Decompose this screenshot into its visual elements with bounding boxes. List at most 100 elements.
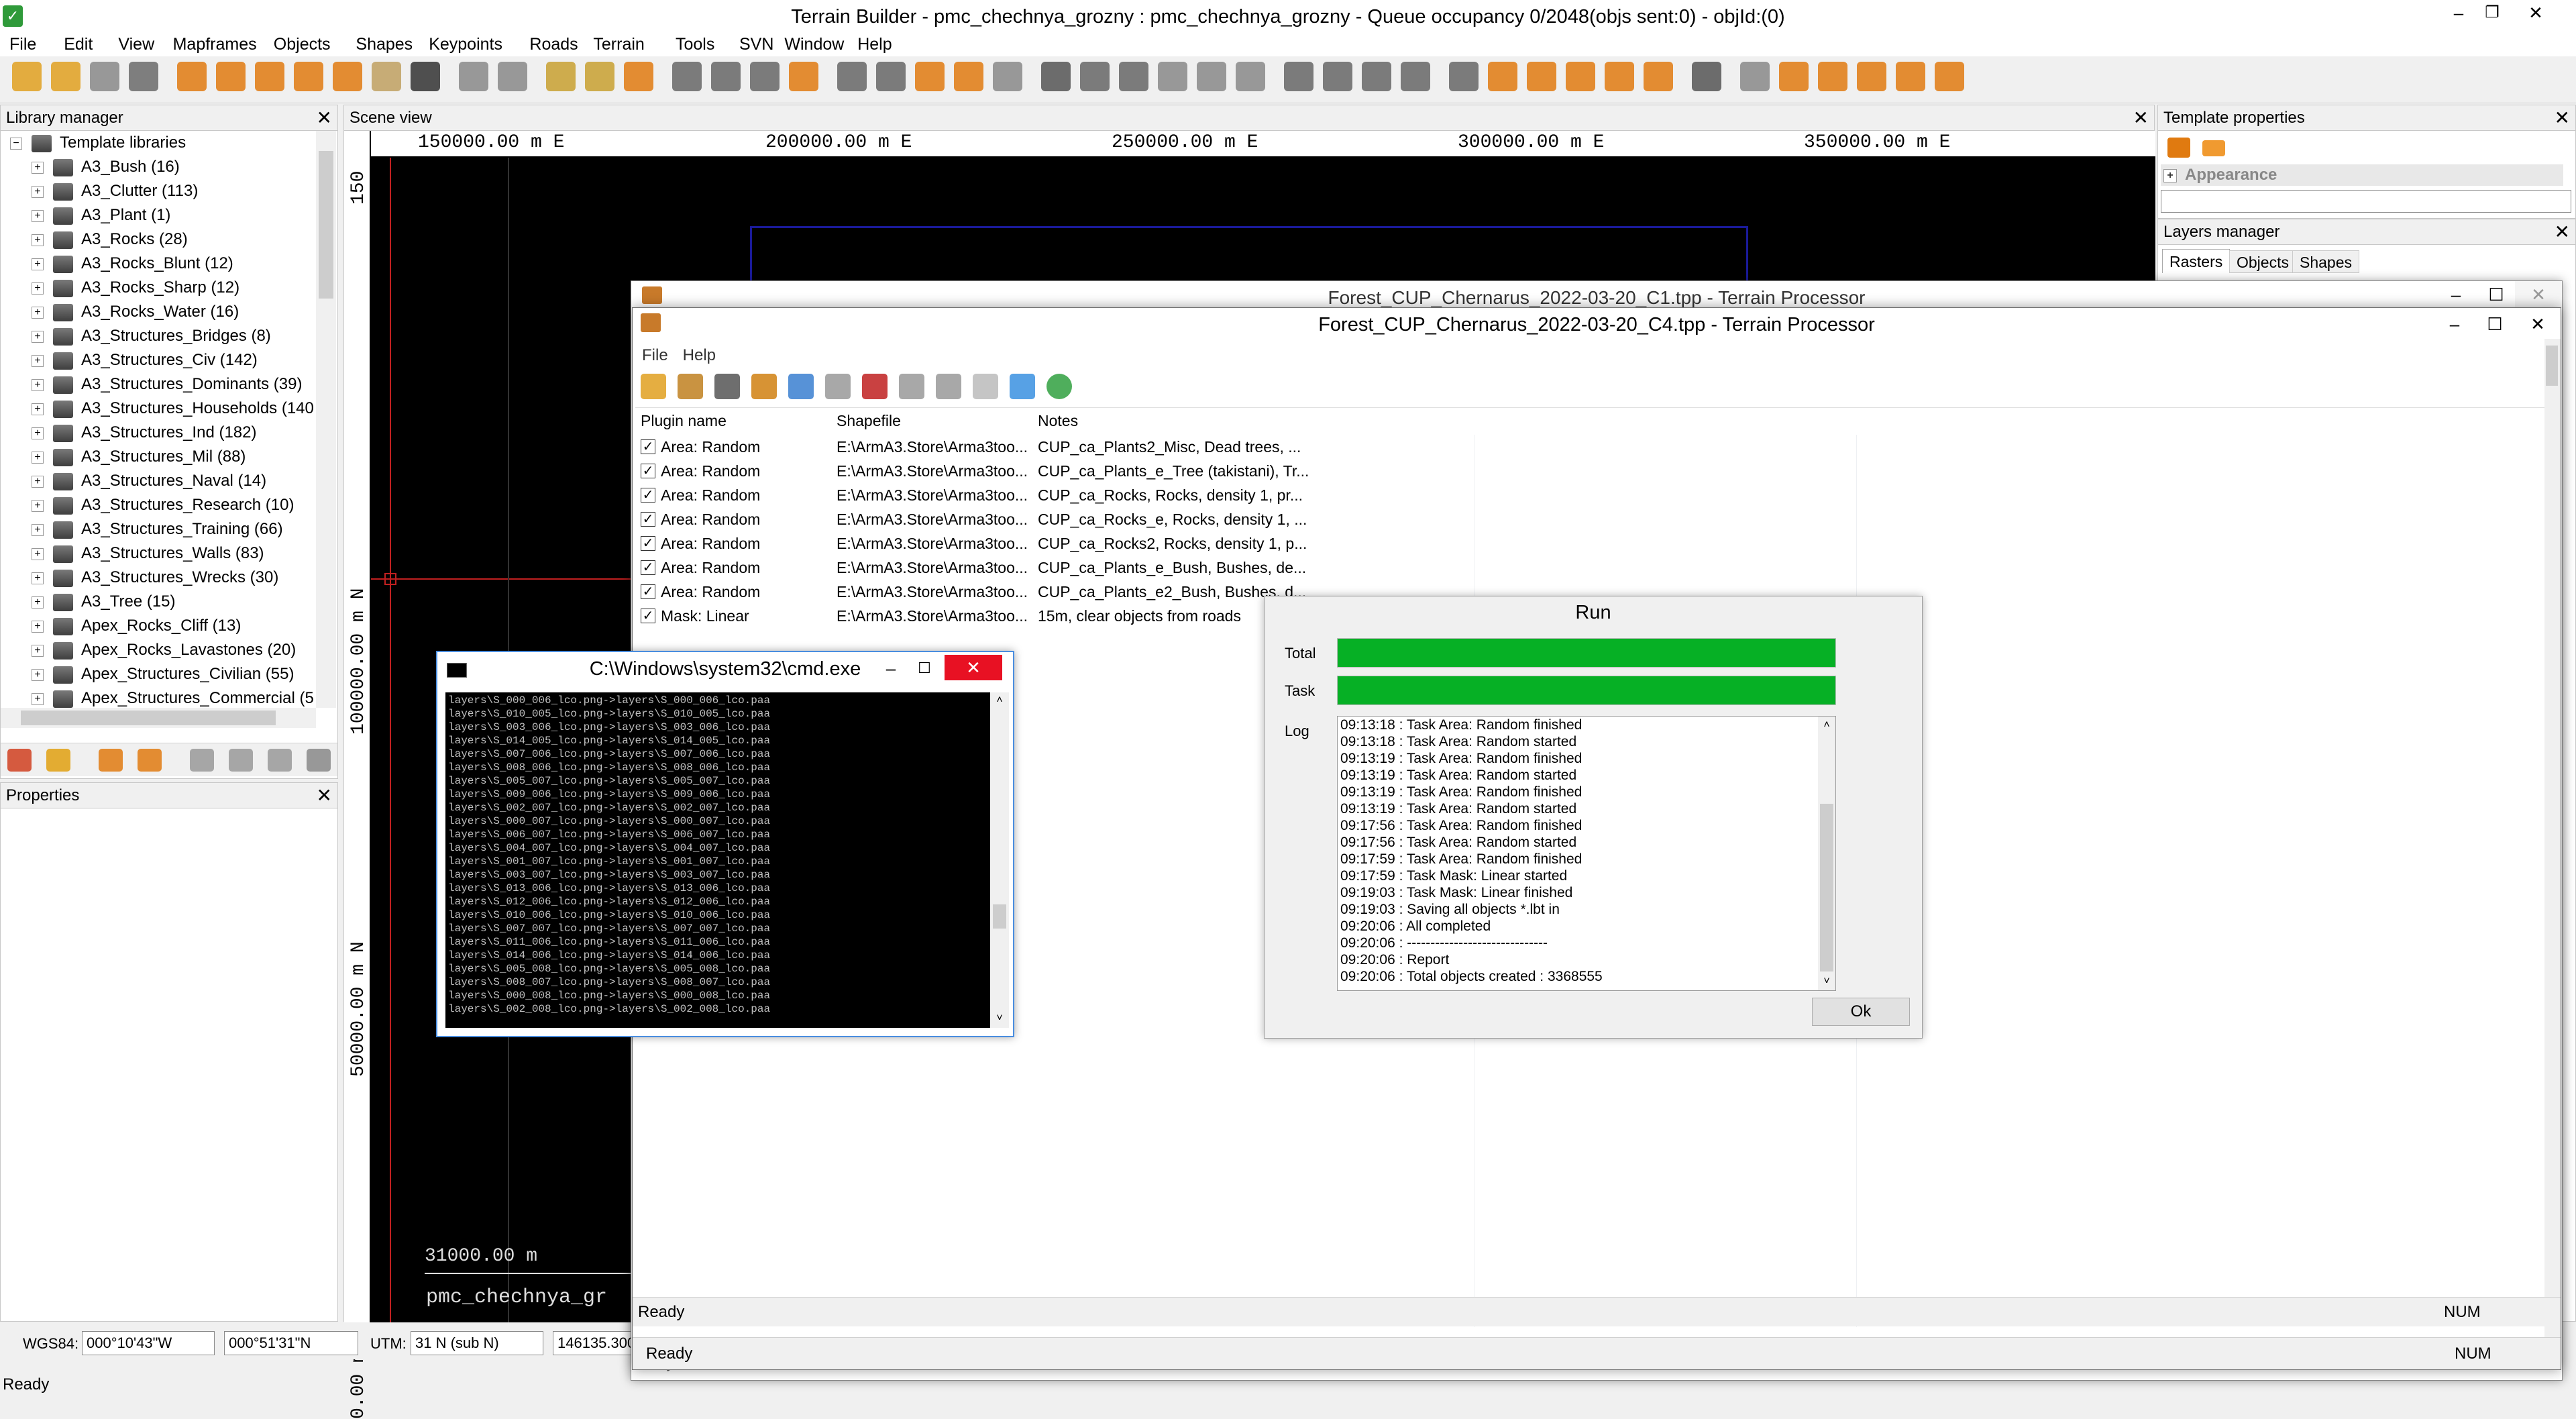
grid-fine-icon[interactable] [750, 62, 780, 91]
tree-item[interactable]: + Apex_Rocks_Lavastones (20) [32, 638, 296, 662]
expand-icon[interactable]: + [32, 233, 44, 246]
copy-icon[interactable] [1010, 374, 1035, 399]
expand-icon[interactable]: + [32, 692, 44, 705]
tree-item[interactable]: + A3_Rocks_Sharp (12) [32, 276, 239, 300]
tp-menu-file[interactable]: File [642, 346, 668, 364]
close-icon[interactable]: ✕ [317, 105, 332, 131]
image-icon[interactable] [1158, 62, 1187, 91]
column-header-notes[interactable]: Notes [1038, 412, 1078, 430]
expand-icon[interactable]: + [32, 427, 44, 439]
objects-add-icon[interactable] [216, 62, 246, 91]
plugin-enabled-checkbox[interactable]: ✓ [641, 464, 655, 478]
expand-icon[interactable]: + [32, 185, 44, 198]
undo-icon[interactable] [459, 62, 488, 91]
longitude-field[interactable]: 000°10'43"W [82, 1331, 215, 1355]
close-button[interactable]: ✕ [2516, 3, 2556, 23]
scroll-thumb[interactable] [2546, 346, 2558, 386]
tree-item[interactable]: + Apex_Rocks_Cliff (13) [32, 614, 241, 638]
column-header-shapefile[interactable]: Shapefile [837, 412, 901, 430]
tab-rasters[interactable]: Rasters [2162, 249, 2231, 273]
tree-item[interactable]: + Apex_Structures_Civilian (55) [32, 662, 294, 686]
add-library-icon[interactable] [99, 749, 123, 772]
tree-item[interactable]: + A3_Clutter (113) [32, 179, 198, 203]
tab-shapes[interactable]: Shapes [2292, 250, 2360, 273]
wrench-icon[interactable] [1644, 62, 1673, 91]
close-icon[interactable]: ✕ [2555, 219, 2570, 245]
delete-plugin-icon[interactable] [862, 374, 888, 399]
poly-add-icon[interactable] [1740, 62, 1770, 91]
list-icon[interactable] [1488, 62, 1517, 91]
stairs-icon[interactable] [1566, 62, 1595, 91]
scroll-thumb[interactable] [993, 904, 1006, 929]
scroll-thumb[interactable] [1820, 804, 1833, 971]
expand-icon[interactable]: + [32, 668, 44, 681]
poly-edit-icon[interactable] [1779, 62, 1809, 91]
expand-icon[interactable]: + [32, 354, 44, 367]
save-icon[interactable] [714, 374, 740, 399]
menu-objects[interactable]: Objects [274, 32, 331, 56]
expand-icon[interactable]: + [32, 620, 44, 633]
menu-shapes[interactable]: Shapes [356, 32, 413, 56]
tp-menu-help[interactable]: Help [683, 346, 716, 364]
mapframe-icon[interactable] [546, 62, 576, 91]
menu-view[interactable]: View [118, 32, 154, 56]
mapframe-u-icon[interactable] [585, 62, 614, 91]
expand-icon[interactable]: + [32, 547, 44, 560]
magnet-icon[interactable] [1692, 62, 1721, 91]
minimize-button[interactable]: – [2436, 281, 2476, 308]
scroll-thumb[interactable] [319, 151, 333, 299]
tree-item[interactable]: + A3_Bush (16) [32, 155, 180, 179]
plugin-row[interactable]: ✓ Area: Random E:\ArmA3.Store\Arma3too... C… [635, 580, 1306, 604]
expand-icon[interactable]: + [32, 378, 44, 391]
move-icon[interactable] [1605, 62, 1634, 91]
tree-item[interactable]: + A3_Structures_Dominants (39) [32, 372, 302, 397]
log-box[interactable]: 09:13:18 : Task Area: Random finished 09:… [1337, 716, 1836, 991]
tree-item[interactable]: + A3_Structures_Ind (182) [32, 421, 256, 445]
move-down-icon[interactable] [936, 374, 961, 399]
expand-icon[interactable]: + [32, 258, 44, 270]
menu-window[interactable]: Window [784, 32, 844, 56]
maximize-button[interactable]: ☐ [2476, 281, 2516, 308]
grid-icon[interactable] [711, 62, 741, 91]
tp-vscrollbar[interactable] [2544, 339, 2561, 1338]
tree-root[interactable]: − Template libraries [10, 131, 186, 155]
disable-icon[interactable] [973, 374, 998, 399]
tree-item[interactable]: + A3_Structures_Walls (83) [32, 541, 264, 566]
open-icon[interactable] [51, 62, 80, 91]
comment-icon[interactable] [307, 749, 331, 772]
trash-icon[interactable] [268, 749, 292, 772]
menu-edit[interactable]: Edit [64, 32, 93, 56]
align-icon[interactable] [1362, 62, 1391, 91]
tree-item[interactable]: + Apex_Structures_Commercial (5 [32, 686, 314, 708]
expand-icon[interactable]: + [32, 330, 44, 343]
expand-icon[interactable]: + [32, 596, 44, 609]
expand-icon[interactable]: + [32, 523, 44, 536]
export-2-icon[interactable] [229, 749, 253, 772]
frame-icon[interactable] [1041, 62, 1071, 91]
properties-icon[interactable] [825, 374, 851, 399]
export-icon[interactable] [190, 749, 214, 772]
new-file-icon[interactable] [641, 374, 666, 399]
easting-field[interactable]: 146135.300 [553, 1331, 640, 1355]
add-point-icon[interactable] [1401, 62, 1430, 91]
ok-button[interactable]: Ok [1812, 998, 1910, 1026]
ruler-icon[interactable] [672, 62, 702, 91]
import-icon[interactable] [138, 749, 162, 772]
expand-icon[interactable]: + [32, 209, 44, 222]
plugin-row[interactable]: ✓ Area: Random E:\ArmA3.Store\Arma3too... C… [635, 459, 1309, 483]
save-gray-icon[interactable] [90, 62, 119, 91]
remove-point-icon[interactable] [1449, 62, 1479, 91]
menu-roads[interactable]: Roads [529, 32, 578, 56]
open-folder-icon[interactable] [678, 374, 703, 399]
layers-orange-icon[interactable] [2167, 138, 2190, 158]
move-up-icon[interactable] [899, 374, 924, 399]
expand-icon[interactable]: + [32, 282, 44, 295]
expand-icon[interactable]: + [32, 644, 44, 657]
minimize-button[interactable]: – [2434, 311, 2475, 337]
expand-icon[interactable]: + [32, 572, 44, 584]
lasso-icon[interactable] [1284, 62, 1313, 91]
poly-remove-icon[interactable] [1857, 62, 1886, 91]
scroll-down-icon[interactable]: ˅ [1818, 973, 1835, 990]
maximize-button[interactable]: ☐ [2475, 311, 2515, 337]
menu-mapframes[interactable]: Mapframes [173, 32, 257, 56]
